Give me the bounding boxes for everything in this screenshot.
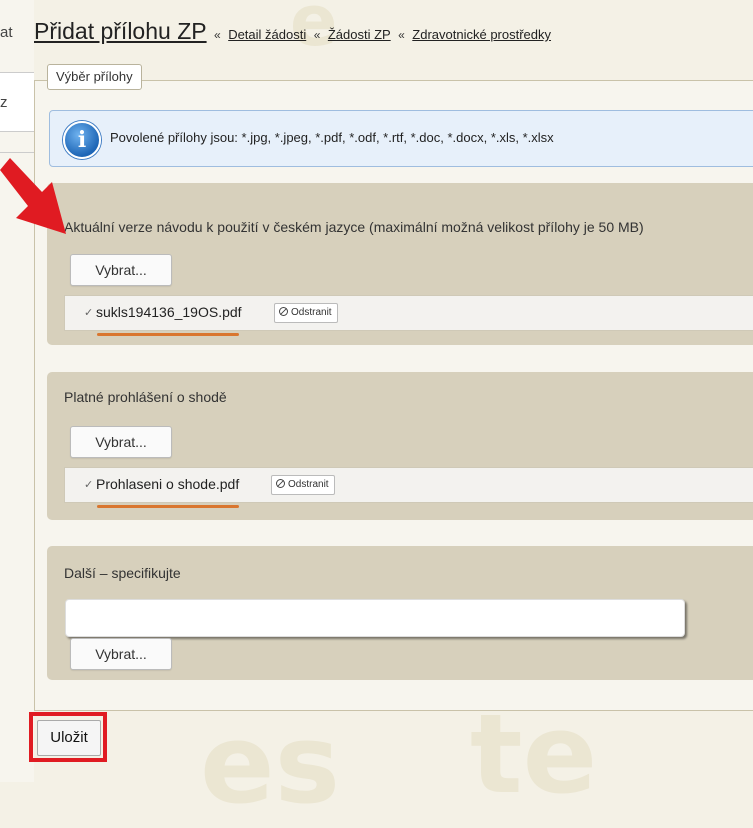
save-button[interactable]: Uložit [37,720,101,756]
choose-file-button[interactable]: Vybrat... [70,638,172,670]
highlight-underline [97,333,239,336]
breadcrumb-separator: « [398,28,405,42]
attachment-section-conformity: Platné prohlášení o shodě Vybrat... ✓ Pr… [47,372,753,520]
section-label: Další – specifikujte [64,565,181,581]
uploaded-file-row: ✓ sukls194136_19OS.pdf Odstranit [64,295,753,331]
remove-label: Odstranit [288,479,329,490]
left-text-fragment: at [0,24,13,41]
ban-icon [276,479,285,488]
breadcrumb: Přidat přílohu ZP « Detail žádosti « Žád… [34,18,551,45]
left-panel-fragment: at z [0,0,34,782]
annotation-arrow-icon [0,158,66,234]
uploaded-file-row: ✓ Prohlaseni o shode.pdf Odstranit [64,467,753,503]
fieldset-legend: Výběr přílohy [47,64,142,90]
breadcrumb-separator: « [313,28,321,42]
divider [0,152,34,153]
check-icon: ✓ [84,307,94,319]
check-icon: ✓ [84,479,94,491]
breadcrumb-link-zdravotnicke[interactable]: Zdravotnické prostředky [412,27,551,42]
info-icon: i [63,121,101,159]
highlight-underline [97,505,239,508]
remove-file-button[interactable]: Odstranit [274,303,338,323]
file-name: sukls194136_19OS.pdf [96,304,242,320]
watermark: es [200,700,341,828]
section-label: Aktuální verze návodu k použití v českém… [64,219,644,235]
allowed-types-info: i Povolené přílohy jsou: *.jpg, *.jpeg, … [49,110,753,167]
breadcrumb-separator: « [214,28,221,42]
file-name: Prohlaseni o shode.pdf [96,476,240,492]
section-label: Platné prohlášení o shodě [64,389,227,405]
breadcrumb-link-zadosti[interactable]: Žádosti ZP [328,27,391,42]
remove-label: Odstranit [291,307,332,318]
save-highlight-box: Uložit [29,712,107,762]
attachment-section-other: Další – specifikujte Vybrat... [47,546,753,680]
remove-file-button[interactable]: Odstranit [271,475,335,495]
page-title: Přidat přílohu ZP [34,18,207,44]
ban-icon [279,307,288,316]
choose-file-button[interactable]: Vybrat... [70,254,172,286]
left-text-fragment: z [0,94,8,111]
info-text: Povolené přílohy jsou: *.jpg, *.jpeg, *.… [110,130,554,145]
specify-input[interactable] [65,599,685,637]
choose-file-button[interactable]: Vybrat... [70,426,172,458]
attachment-section-manual: Aktuální verze návodu k použití v českém… [47,183,753,345]
breadcrumb-link-detail[interactable]: Detail žádosti [228,27,306,42]
